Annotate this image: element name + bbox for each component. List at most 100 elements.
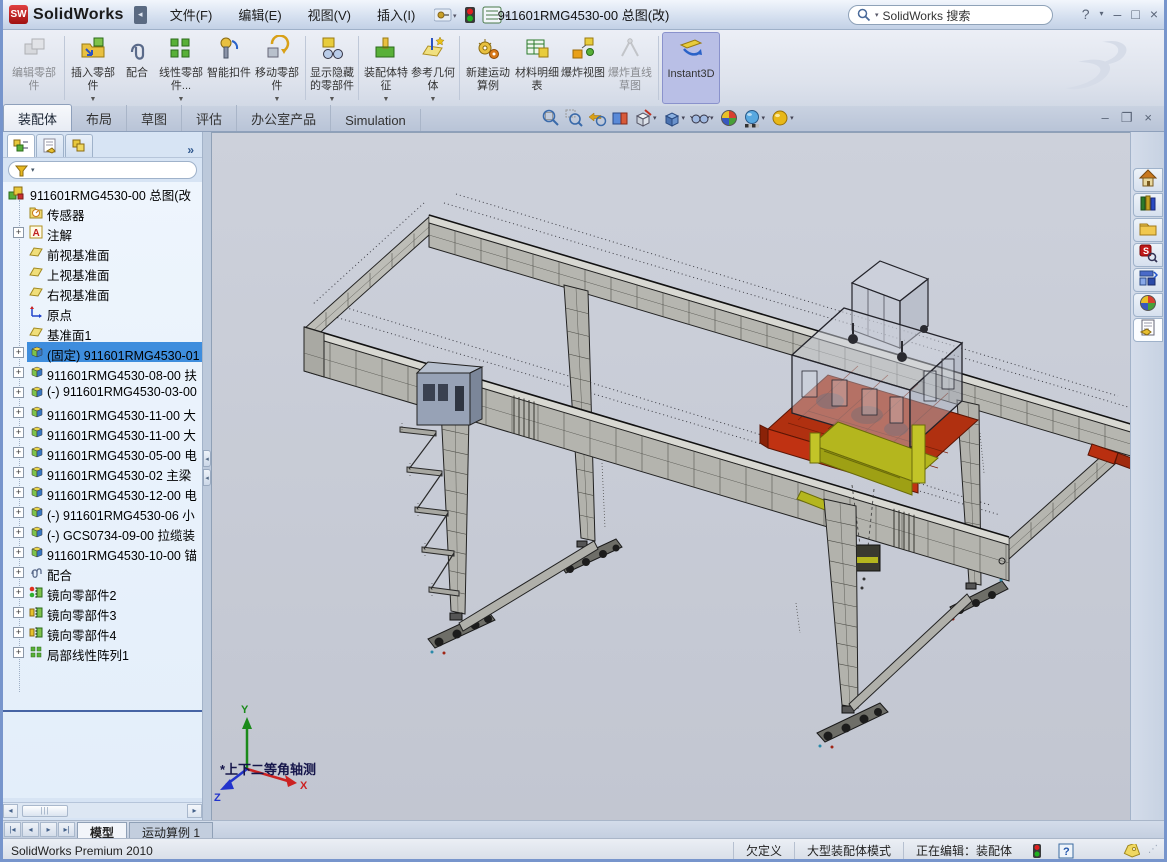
tree-item[interactable]: 基准面1 [3,322,202,342]
tree-item[interactable]: +911601RMG4530-05-00 电 [3,442,202,462]
dropdown-arrow-icon[interactable]: ▼ [329,96,336,103]
tree-item[interactable]: + (固定) 911601RMG4530-01 [3,342,202,362]
tree-item[interactable]: +911601RMG4530-10-00 锚 [3,542,202,562]
splitter-collapse-icon[interactable]: ◂ [203,450,211,467]
edit-appearance-icon[interactable] [719,108,739,128]
command-tab-装配体[interactable]: 装配体 [3,104,72,131]
document-tab-模型[interactable]: 模型 [77,822,127,838]
taskpane-tab-custom-properties[interactable] [1133,318,1163,342]
tree-item[interactable]: 上视基准面 [3,262,202,282]
smart-fasteners-button[interactable]: 智能扣件 [206,32,252,104]
tree-item[interactable]: 前视基准面 [3,242,202,262]
scrollbar-thumb[interactable]: ||| [22,805,68,817]
status-help-icon[interactable]: ? [1058,843,1074,859]
tree-item[interactable]: +911601RMG4530-11-00 大 [3,402,202,422]
search-dropdown-arrow-icon[interactable]: ▾ [875,11,879,19]
tree-item[interactable]: +(-) 911601RMG4530-06 小 [3,502,202,522]
tree-item[interactable]: +A注解 [3,222,202,242]
expand-icon[interactable]: + [13,427,24,438]
tree-item-label[interactable]: (-) 911601RMG4530-03-00 [47,385,197,399]
section-view-icon[interactable] [610,108,630,128]
expand-icon[interactable]: + [13,367,24,378]
menu-collapse-arrow-icon[interactable]: ◂ [134,6,147,24]
tree-item-label[interactable]: (固定) 911601RMG4530-01 [47,345,200,364]
expand-icon[interactable]: + [13,527,24,538]
macro-traffic-light-icon[interactable] [464,6,476,24]
taskpane-tab-appearances-scenes[interactable] [1133,293,1163,317]
expand-icon[interactable]: + [13,487,24,498]
search-input[interactable]: SolidWorks 搜索 [883,7,971,24]
tree-item[interactable]: +(-) GCS0734-09-00 拉缆装 [3,522,202,542]
doc-restore-button[interactable]: ❐ [1121,110,1133,126]
expand-icon[interactable]: + [13,447,24,458]
tab-first-icon[interactable]: |◂ [4,822,21,837]
show-hidden-button[interactable]: 显示隐藏的零部件▼ [309,32,355,104]
tab-last-icon[interactable]: ▸| [58,822,75,837]
scroll-right-icon[interactable]: ▸ [187,804,202,818]
taskpane-tab-solidworks-search[interactable]: S [1133,243,1163,267]
tab-configuration-manager[interactable] [65,134,93,157]
tree-split-divider[interactable] [3,710,202,712]
help-button[interactable]: ? [1082,4,1090,24]
reference-geometry-button[interactable]: 参考几何体▼ [410,32,456,104]
exploded-view-button[interactable]: 爆炸视图 [561,32,605,104]
tree-item-label[interactable]: 局部线性阵列1 [47,645,129,664]
panel-expand-chevron-icon[interactable]: » [187,143,194,157]
menu-文件(F)[interactable]: 文件(F) [157,1,226,28]
tree-filter-input[interactable]: ▾ [8,161,197,179]
search-box[interactable]: ▾ SolidWorks 搜索 [848,5,1053,25]
tab-prev-icon[interactable]: ◂ [22,822,39,837]
panel-horizontal-scrollbar[interactable]: ◂ ||| ▸ [3,802,202,818]
doc-minimize-button[interactable]: – [1102,110,1109,126]
dropdown-arrow-icon[interactable]: ▼ [430,96,437,103]
view-settings-icon[interactable]: ▾ [770,108,796,128]
zoom-fit-icon[interactable] [541,108,561,128]
expand-icon[interactable]: + [13,387,24,398]
command-tab-布局[interactable]: 布局 [72,105,127,131]
tree-item[interactable]: +镜向零部件2 [3,582,202,602]
bom-button[interactable]: 材料明细表 [513,32,561,104]
menu-插入(I)[interactable]: 插入(I) [364,1,428,28]
expand-icon[interactable]: + [13,347,24,358]
insert-component-button[interactable]: 插入零部件▼ [68,32,118,104]
expand-icon[interactable]: + [13,607,24,618]
tree-item[interactable]: +911601RMG4530-11-00 大 [3,422,202,442]
document-tab-运动算例 1[interactable]: 运动算例 1 [129,822,213,838]
resize-grip[interactable]: ⋰ [1148,844,1162,858]
display-style-icon[interactable]: ▾ [662,108,688,128]
tab-property-manager[interactable] [36,134,64,157]
tab-featuremanager-tree[interactable] [7,134,35,157]
help-dropdown-arrow-icon[interactable]: ▾ [1100,4,1104,24]
taskpane-tab-file-explorer[interactable] [1133,218,1163,242]
expand-icon[interactable]: + [13,407,24,418]
expand-icon[interactable]: + [13,627,24,638]
tree-item[interactable]: +911601RMG4530-08-00 扶 [3,362,202,382]
taskpane-tab-view-palette[interactable] [1133,268,1163,292]
command-tab-草图[interactable]: 草图 [127,105,182,131]
tree-item[interactable]: 右视基准面 [3,282,202,302]
splitter-collapse-icon[interactable]: ◂ [203,469,211,486]
tree-item[interactable]: +配合 [3,562,202,582]
expand-icon[interactable]: + [13,507,24,518]
motion-study-button[interactable]: 新建运动算例 [463,32,513,104]
previous-view-icon[interactable] [587,108,607,128]
dropdown-arrow-icon[interactable]: ▼ [383,96,390,103]
doc-close-button[interactable]: × [1144,110,1152,126]
tab-next-icon[interactable]: ▸ [40,822,57,837]
apply-scene-icon[interactable]: ▾ [742,108,768,128]
dropdown-arrow-icon[interactable]: ▼ [274,96,281,103]
expand-icon[interactable]: + [13,567,24,578]
command-tab-评估[interactable]: 评估 [182,105,237,131]
tree-item[interactable]: 传感器 [3,202,202,222]
graphics-viewport[interactable]: Y X Z *上下二等角轴测 [211,132,1136,820]
mate-button[interactable]: 配合 [118,32,156,104]
close-button[interactable]: × [1150,4,1158,24]
menu-编辑(E)[interactable]: 编辑(E) [225,1,294,28]
tree-item[interactable]: + (-) 911601RMG4530-03-00 [3,382,202,402]
expand-icon[interactable]: + [13,587,24,598]
view-orientation-icon[interactable]: ▾ [633,108,659,128]
command-tab-Simulation[interactable]: Simulation [331,109,421,131]
tree-item[interactable]: +镜向零部件4 [3,622,202,642]
dropdown-arrow-icon[interactable]: ▼ [178,96,185,103]
scroll-left-icon[interactable]: ◂ [3,804,18,818]
